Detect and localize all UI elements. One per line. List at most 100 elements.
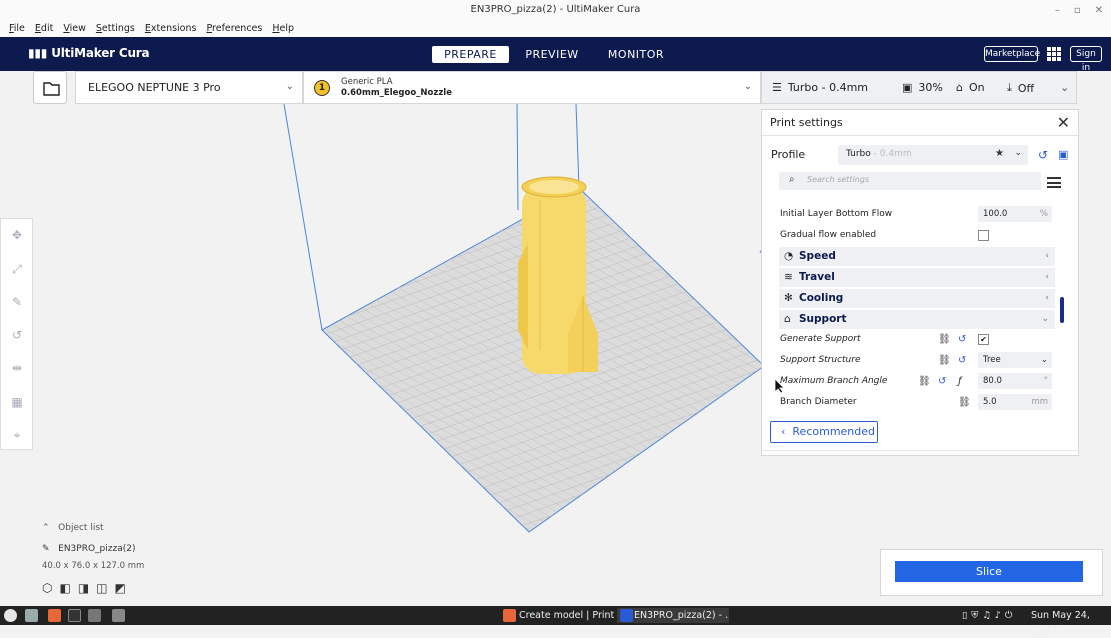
category-support[interactable]: ⌂ Support ⌄: [779, 310, 1055, 329]
close-window-icon[interactable]: ✕: [1095, 5, 1103, 16]
star-icon[interactable]: ★: [995, 148, 1004, 159]
nozzle-name: 0.60mm_Elegoo_Nozzle: [341, 88, 452, 98]
function-icon[interactable]: ƒ: [958, 372, 962, 391]
menu-bar: File Edit View Settings Extensions Prefe…: [0, 20, 1111, 37]
sign-in-button[interactable]: Sign in: [1070, 46, 1102, 73]
reset-icon[interactable]: ↺: [938, 372, 946, 391]
object-name[interactable]: ✎ EN3PRO_pizza(2): [42, 544, 135, 554]
marketplace-button[interactable]: Marketplace: [984, 46, 1040, 62]
profile-dropdown[interactable]: Turbo - 0.4mm ★ ⌄: [838, 145, 1028, 165]
view-top-icon[interactable]: ◨: [78, 581, 89, 595]
tab-preview[interactable]: PREVIEW: [522, 46, 582, 63]
maximize-icon[interactable]: ▫: [1074, 5, 1081, 16]
material-name: Generic PLA: [341, 77, 393, 87]
link-icon[interactable]: ⛓: [938, 330, 951, 349]
menu-view[interactable]: View: [58, 23, 91, 34]
field-unit: mm: [1031, 397, 1048, 407]
firefox-icon[interactable]: [48, 609, 61, 622]
gradual-flow-checkbox[interactable]: [978, 230, 989, 241]
menu-edit[interactable]: Edit: [30, 23, 58, 34]
undo-rotate-icon[interactable]: ↺: [10, 328, 24, 342]
apps-grid-icon[interactable]: [1047, 47, 1061, 61]
menu-preferences[interactable]: Preferences: [201, 23, 267, 34]
folder-icon[interactable]: [88, 609, 101, 622]
search-settings-input[interactable]: ⌕ Search settings: [779, 172, 1041, 190]
profile-suffix: - 0.4mm: [870, 149, 912, 159]
view-left-icon[interactable]: ◫: [96, 581, 107, 595]
branch-diameter-field[interactable]: 5.0 mm: [978, 394, 1052, 410]
tab-monitor[interactable]: MONITOR: [603, 46, 669, 63]
view-front-icon[interactable]: ◧: [59, 581, 70, 595]
quick-profile[interactable]: ☰ Turbo - 0.4mm: [772, 81, 868, 94]
close-icon[interactable]: ✕: [1057, 113, 1070, 132]
tray-icons[interactable]: ▯⛨♫♪⏻: [962, 608, 1016, 623]
move-tool-icon[interactable]: ✥: [10, 228, 24, 242]
support-icon: ⌂: [956, 81, 963, 94]
field-value: 5.0: [983, 397, 997, 407]
menu-settings[interactable]: Settings: [91, 23, 140, 34]
minimize-icon[interactable]: –: [1055, 5, 1060, 16]
profile-label: Profile: [771, 148, 806, 161]
category-cooling[interactable]: ✻ Cooling ‹: [779, 289, 1055, 308]
open-file-button[interactable]: [33, 71, 67, 104]
quick-support[interactable]: ⌂ On: [956, 81, 985, 94]
per-model-settings-icon[interactable]: ▦: [10, 395, 24, 409]
generate-support-checkbox[interactable]: ✔: [978, 334, 989, 345]
recommended-button[interactable]: ‹ Recommended: [770, 421, 878, 443]
scale-tool-icon[interactable]: ⤢: [10, 262, 24, 276]
reset-icon[interactable]: ↺: [958, 330, 966, 349]
link-icon[interactable]: ⛓: [938, 351, 951, 370]
reset-icon[interactable]: ↺: [958, 351, 966, 370]
category-travel[interactable]: ≋ Travel ‹: [779, 268, 1055, 287]
slice-button[interactable]: Slice: [895, 561, 1083, 582]
settings-scrollbar[interactable]: [1060, 297, 1064, 323]
rotate-tool-icon[interactable]: ✎: [10, 295, 24, 309]
model-object[interactable]: [518, 176, 598, 374]
quick-infill[interactable]: ▣ 30%: [902, 81, 943, 94]
reset-profile-icon[interactable]: ↺: [1038, 148, 1048, 162]
divider: [762, 135, 1080, 136]
extruder-badge: 1: [314, 80, 330, 96]
cura-task-icon: [620, 609, 633, 622]
field-value: 80.0: [983, 376, 1002, 386]
link-icon[interactable]: ⛓: [918, 372, 931, 391]
tab-prepare[interactable]: PREPARE: [432, 46, 509, 63]
quick-profile-label: Turbo - 0.4mm: [787, 81, 869, 94]
printer-selector[interactable]: ELEGOO NEPTUNE 3 Pro ⌄: [75, 71, 303, 104]
folder-icon[interactable]: [112, 609, 125, 622]
chevron-down-icon: ⌄: [1040, 355, 1048, 365]
category-speed[interactable]: ◔ Speed ‹: [779, 247, 1055, 266]
setting-label: Branch Diameter: [780, 397, 857, 407]
recommended-label: Recommended: [792, 425, 876, 438]
setting-label: Gradual flow enabled: [780, 230, 877, 240]
save-profile-icon[interactable]: ▣: [1058, 148, 1068, 161]
edit-icon: ✎: [42, 544, 50, 554]
support-structure-dropdown[interactable]: Tree ⌄: [978, 352, 1052, 368]
task-cura[interactable]: EN3PRO_pizza(2) - ...: [617, 608, 729, 623]
view-right-icon[interactable]: ◩: [115, 581, 126, 595]
chevron-down-icon[interactable]: ⌄: [1060, 81, 1069, 94]
start-menu-icon[interactable]: [4, 609, 17, 622]
material-selector[interactable]: 1 Generic PLA 0.60mm_Elegoo_Nozzle ⌄: [303, 71, 761, 104]
settings-menu-icon[interactable]: [1047, 177, 1061, 188]
support-blocker-icon[interactable]: ⌖: [10, 428, 24, 442]
mirror-tool-icon[interactable]: ⇹: [10, 361, 24, 375]
quick-settings-bar[interactable]: ☰ Turbo - 0.4mm ▣ 30% ⌂ On ⤓ Off ⌄: [761, 71, 1077, 104]
menu-extensions[interactable]: Extensions: [140, 23, 202, 34]
link-icon[interactable]: ⛓: [958, 393, 971, 412]
object-list-toggle[interactable]: ⌃ Object list: [42, 523, 104, 533]
quick-adhesion[interactable]: ⤓ Off: [1007, 81, 1034, 95]
setting-row: Generate Support ⛓ ↺ ✔: [780, 330, 1053, 349]
chevron-down-icon: ⌄: [1041, 314, 1049, 324]
menu-file[interactable]: File: [4, 23, 30, 34]
menu-help[interactable]: Help: [267, 23, 299, 34]
initial-layer-bottom-flow-field[interactable]: 100.0%: [978, 206, 1052, 222]
quick-support-label: On: [968, 81, 985, 94]
setting-label: Maximum Branch Angle: [780, 376, 888, 386]
task-browser[interactable]: Create model | Print...: [519, 608, 615, 623]
files-icon[interactable]: [25, 609, 38, 622]
terminal-icon[interactable]: [68, 609, 81, 622]
view-3d-icon[interactable]: ⬡: [42, 581, 52, 595]
max-branch-angle-field[interactable]: 80.0 °: [978, 373, 1052, 389]
category-label: Support: [799, 313, 847, 325]
